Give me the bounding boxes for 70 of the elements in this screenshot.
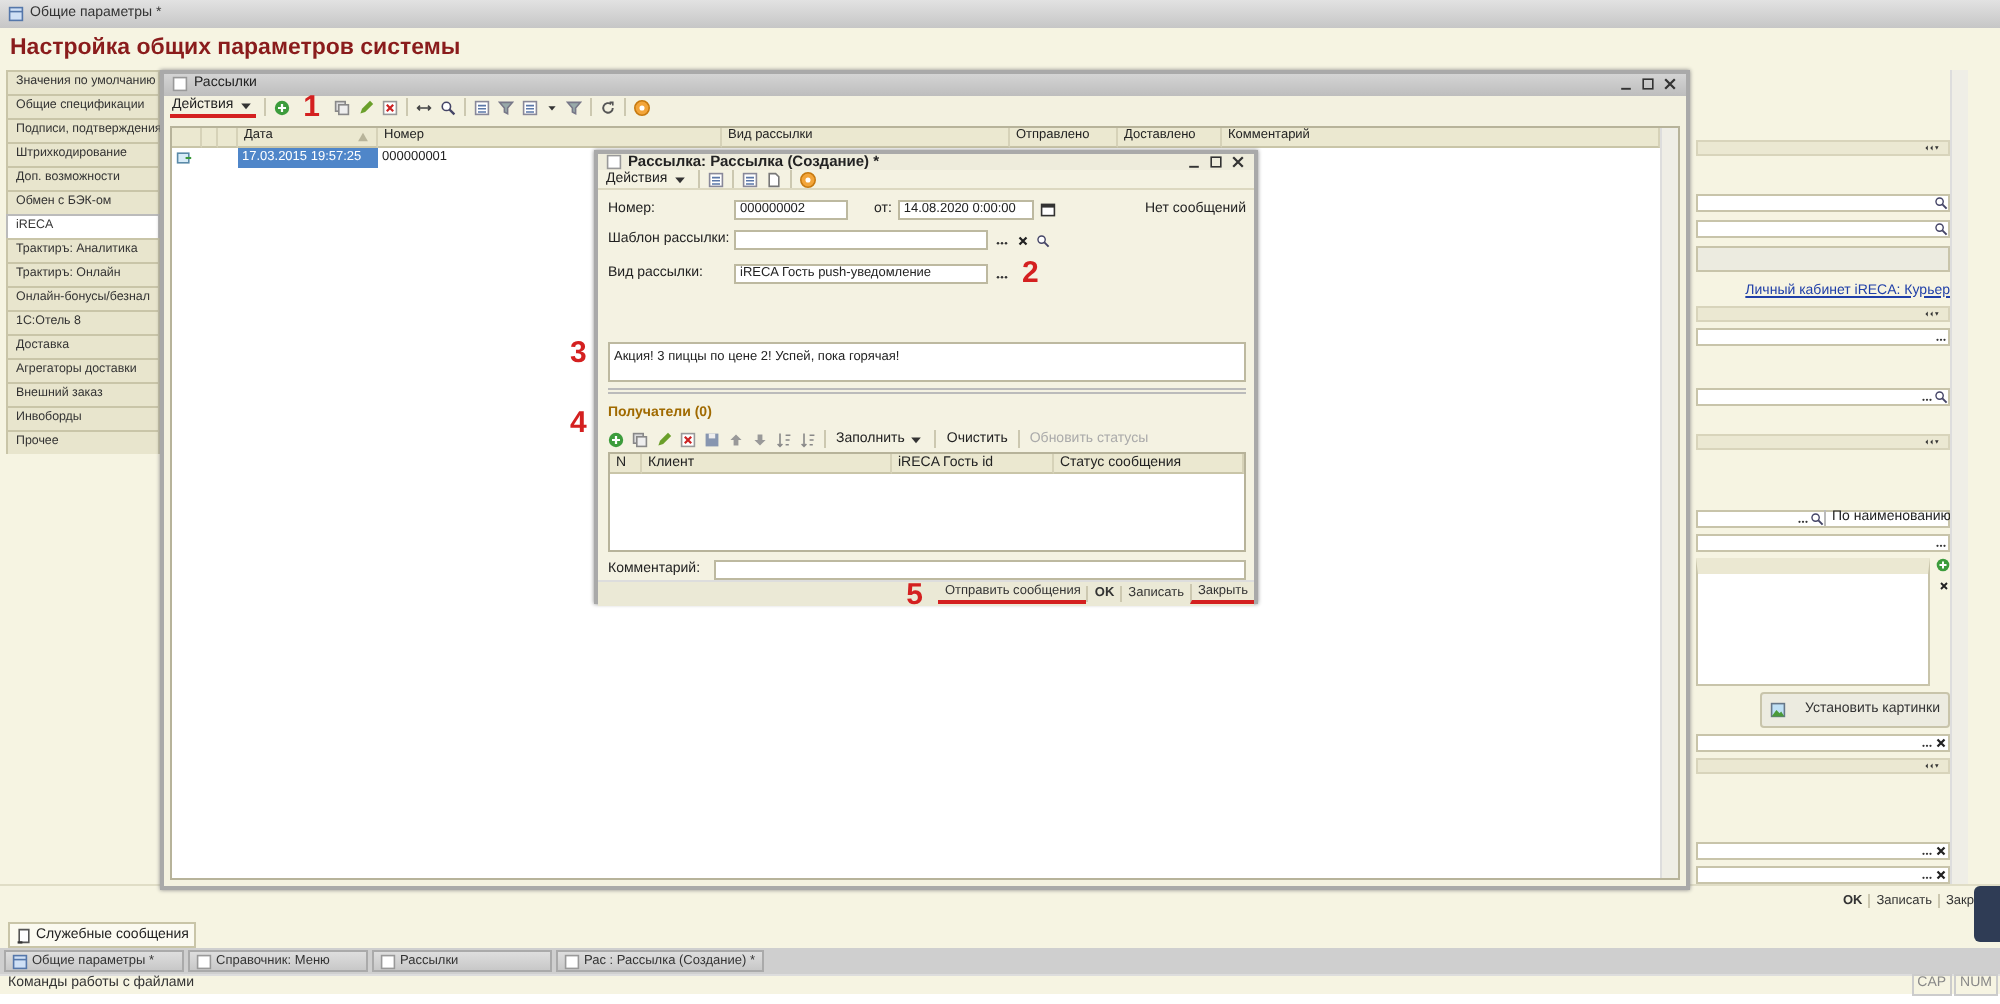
sort-icon[interactable] [776,431,792,448]
window-icon [564,953,580,970]
search-icon[interactable] [1036,233,1050,248]
search-icon[interactable] [1810,511,1824,526]
window-icon [196,953,212,970]
input-field[interactable] [1696,533,1950,552]
clear-icon[interactable] [1016,233,1030,248]
document-icon [176,149,192,166]
swap-icon[interactable] [416,99,433,116]
clear-icon[interactable] [1934,843,1948,858]
caret-icon[interactable] [546,101,559,114]
arrow-up-icon[interactable] [728,431,744,448]
sort-triangle-icon [356,129,370,144]
search-icon[interactable] [440,99,457,116]
input-field[interactable] [1696,387,1950,406]
input-field[interactable] [1696,865,1950,884]
close-icon[interactable] [1230,153,1246,170]
picture-icon [1769,701,1785,718]
list-icon[interactable] [707,171,724,188]
list-icon[interactable] [522,99,539,116]
maximize-icon[interactable] [1208,153,1224,170]
collapse-arrows-icon[interactable] [1920,435,1944,448]
calendar-icon[interactable] [1039,202,1056,219]
add-icon[interactable] [273,99,290,116]
list-icon[interactable] [474,99,491,116]
edit-icon[interactable] [656,431,672,448]
collapse-arrows-icon[interactable] [1920,307,1944,320]
annotation-number: 4 [570,407,587,438]
messages-icon [16,927,32,944]
search-icon[interactable] [1934,389,1948,404]
scrollbar[interactable] [1950,69,1968,884]
add-icon[interactable] [1936,557,1950,572]
collapse-arrows-icon[interactable] [1920,141,1944,154]
annotation-number: 5 [906,579,923,610]
window-icon [380,953,396,970]
collapse-arrows-icon[interactable] [1920,759,1944,772]
refresh-icon[interactable] [600,99,617,116]
clear-icon[interactable] [1934,867,1948,882]
annotation-number: 1 [303,92,321,123]
clear-icon[interactable] [1934,735,1948,750]
close-icon[interactable] [1662,76,1678,93]
delete-icon[interactable] [1937,579,1949,592]
comment-field[interactable] [714,560,1246,581]
input-field[interactable] [1696,245,1950,272]
input-field[interactable] [1696,327,1950,346]
scrollbar[interactable] [1660,127,1678,878]
input-field[interactable] [1696,841,1950,860]
search-icon[interactable] [1934,195,1948,210]
window-icon [606,153,622,170]
template-field[interactable] [734,230,988,251]
annotation-number: 2 [1022,258,1039,289]
help-icon[interactable] [634,99,651,116]
input-field[interactable] [1696,193,1950,212]
input-field[interactable] [1696,219,1950,238]
window-icon [172,76,188,93]
form-icon [12,953,28,970]
arrow-down-icon[interactable] [752,431,768,448]
add-icon[interactable] [608,431,624,448]
list-icon[interactable] [741,171,758,188]
copy-icon[interactable] [632,431,648,448]
help-icon[interactable] [799,171,816,188]
search-icon[interactable] [1934,221,1948,236]
annotation-number: 3 [570,337,587,368]
sort-icon[interactable] [800,431,816,448]
save-icon[interactable] [704,431,720,448]
maximize-icon[interactable] [1640,76,1656,93]
copy-icon[interactable] [334,99,351,116]
page-title: Настройка общих параметров системы [10,35,461,62]
form-icon [8,5,24,22]
input-field[interactable] [1696,733,1950,752]
